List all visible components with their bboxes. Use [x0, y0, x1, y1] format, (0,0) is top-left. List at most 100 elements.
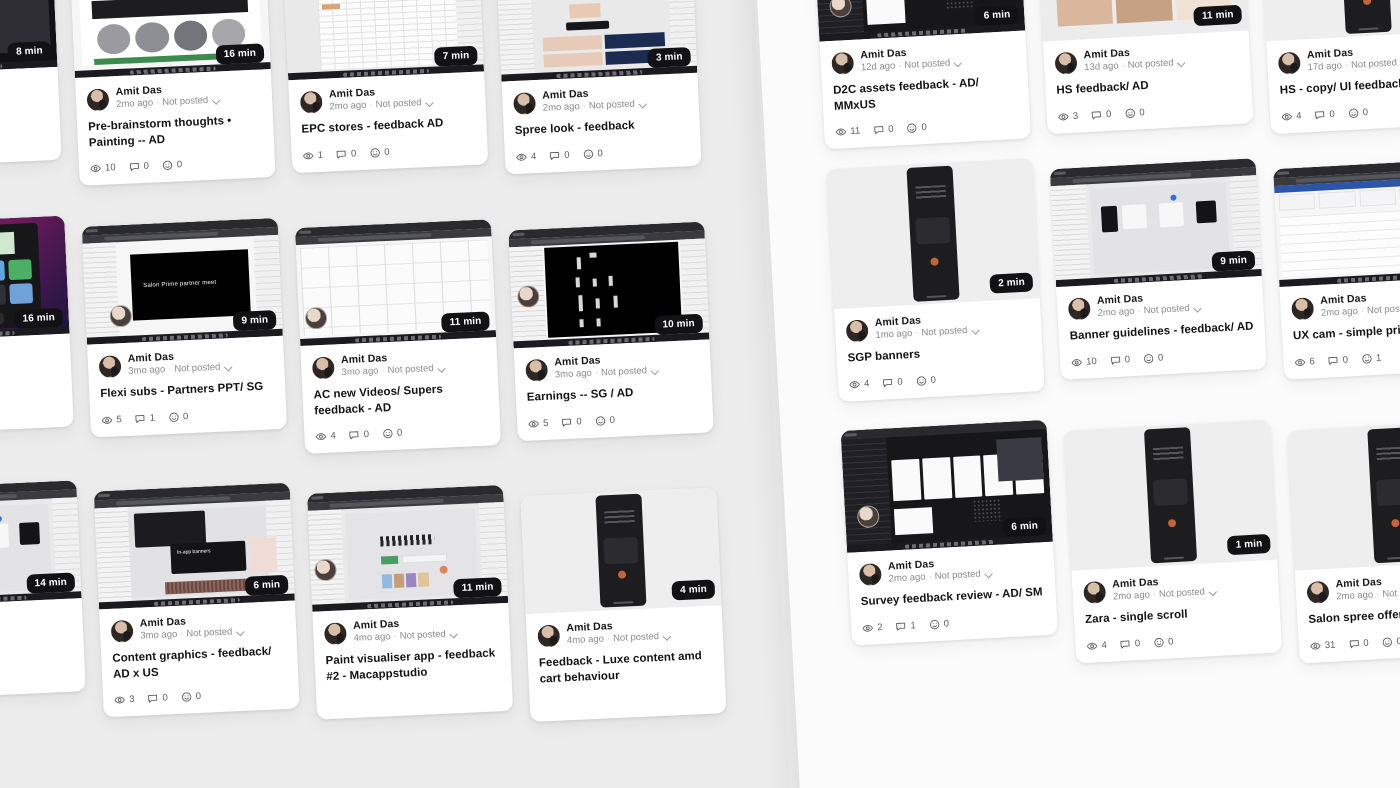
video-thumbnail[interactable]: 9 min — [1049, 158, 1262, 288]
chevron-down-icon[interactable] — [664, 632, 671, 639]
video-card[interactable]: 7 min Amit Das 2mo ago · Not posted EPC … — [282, 0, 489, 173]
avatar[interactable] — [299, 90, 323, 114]
avatar[interactable] — [86, 87, 110, 111]
video-card[interactable]: 6 min Amit Das 12d ago · Not posted D2C … — [813, 0, 1032, 150]
avatar[interactable] — [311, 355, 335, 379]
video-title[interactable]: Spree look - feedback — [514, 116, 689, 139]
video-title[interactable]: Zara - single scroll — [1085, 603, 1270, 628]
video-title[interactable]: EPC stores - feedback AD — [301, 115, 476, 138]
avatar[interactable] — [525, 358, 549, 382]
chevron-down-icon[interactable] — [955, 59, 962, 66]
chevron-down-icon[interactable] — [985, 570, 992, 577]
video-card[interactable]: 16 min Amit Das Not posted ...ntent revi… — [0, 215, 74, 435]
chevron-down-icon[interactable] — [438, 364, 445, 371]
video-card[interactable]: 2 min Amit Das 1mo ago · Not posted SGP … — [826, 158, 1045, 402]
chevron-down-icon[interactable] — [225, 363, 232, 370]
video-card[interactable]: 1 min Amit Das 2mo ago · Not posted Zara… — [1063, 419, 1283, 664]
avatar[interactable] — [858, 562, 882, 586]
video-title[interactable]: Feedback - Luxe content amd cart behavio… — [539, 649, 714, 688]
comments-stat: 0 — [882, 376, 903, 388]
video-thumbnail[interactable]: 16 min — [0, 215, 70, 343]
chevron-down-icon[interactable] — [237, 628, 244, 635]
video-thumbnail[interactable]: In-app banners 6 min — [93, 482, 295, 610]
author-row: Amit Das 3mo ago · Not posted — [98, 346, 273, 379]
video-card[interactable]: 3 min Amit Das 2mo ago · Not posted Spre… — [496, 0, 702, 175]
video-thumbnail[interactable] — [1259, 0, 1400, 42]
video-thumbnail[interactable]: 11 min — [307, 484, 509, 612]
video-card[interactable]: 4 min Amit Das 4mo ago · Not posted Feed… — [520, 487, 727, 722]
video-title[interactable]: HS - copy/ UI feedback — [1279, 74, 1400, 99]
video-title[interactable]: ...Shlok / AD — [0, 642, 73, 665]
video-thumbnail[interactable]: 8 min — [0, 0, 58, 76]
video-title[interactable]: Earnings -- SG / AD — [527, 383, 702, 406]
video-title[interactable]: D2C assets feedback - AD/ MMxUS — [833, 74, 1018, 115]
video-title[interactable]: Banner guidelines - feedback/ AD — [1069, 320, 1254, 345]
chevron-down-icon[interactable] — [1194, 304, 1201, 311]
video-title[interactable]: Pre-brainstorm thoughts • Painting -- AD — [88, 113, 263, 152]
video-card[interactable]: 11 min Amit Das 13d ago · Not posted HS … — [1036, 0, 1254, 134]
video-card[interactable]: 11 Amit Das 2mo ago · Not posted UX cam … — [1273, 158, 1400, 380]
avatar[interactable] — [1054, 51, 1078, 75]
video-card[interactable]: 4 min Amit Das 2mo ago · Not posted Salo… — [1287, 419, 1400, 663]
chevron-down-icon[interactable] — [451, 630, 458, 637]
chevron-down-icon[interactable] — [1178, 59, 1185, 66]
chevron-down-icon[interactable] — [1210, 588, 1217, 595]
author-row: Amit Das ...go · Not posted — [0, 77, 48, 110]
video-thumbnail[interactable]: 14 min — [0, 480, 82, 608]
video-card[interactable]: Amit Das 17d ago · Not posted HS - copy/… — [1259, 0, 1400, 134]
video-thumbnail[interactable]: 10 min — [508, 221, 710, 349]
video-title[interactable]: Paint visualiser app - feedback #2 - Mac… — [325, 646, 500, 685]
video-card[interactable]: 8 min Amit Das ...go · Not posted ...ser… — [0, 0, 62, 169]
avatar[interactable] — [1277, 51, 1301, 75]
avatar[interactable] — [1083, 580, 1107, 604]
avatar[interactable] — [323, 621, 347, 645]
video-card[interactable]: 9 min Amit Das 2mo ago · Not posted Bann… — [1049, 158, 1267, 380]
video-thumbnail[interactable]: 4 min — [1287, 419, 1400, 571]
video-card[interactable]: 11 min Amit Das 4mo ago · Not posted Pai… — [307, 484, 514, 720]
video-title[interactable]: AC new Videos/ Supers feedback - AD — [313, 381, 488, 420]
chevron-down-icon[interactable] — [213, 96, 220, 103]
video-title[interactable]: Survey feedback review - AD/ SM — [860, 585, 1045, 610]
avatar[interactable] — [845, 318, 869, 343]
video-thumbnail[interactable]: 3 min — [496, 0, 698, 82]
video-card[interactable]: 10 min Amit Das 3mo ago · Not posted Ear… — [508, 221, 714, 441]
avatar[interactable] — [110, 619, 134, 643]
video-title[interactable]: Flexi subs - Partners PPT/ SG — [100, 379, 275, 402]
avatar[interactable] — [1291, 296, 1315, 320]
video-title[interactable]: UX cam - simple primer / AD — [1293, 319, 1400, 344]
avatar[interactable] — [1067, 296, 1091, 320]
video-thumbnail[interactable]: Salon Prime partner meet 9 min — [81, 217, 283, 345]
video-thumbnail[interactable]: 2 min — [826, 158, 1040, 310]
video-card[interactable]: 6 min Amit Das 2mo ago · Not posted Surv… — [840, 419, 1058, 646]
chevron-down-icon[interactable] — [640, 100, 647, 107]
video-title[interactable]: ...ser app - ...dio/ AD — [0, 110, 49, 133]
eye-icon — [101, 416, 113, 424]
video-thumbnail[interactable]: 4 min — [520, 487, 722, 615]
video-card[interactable]: 14 min Amit Das Not posted ...Shlok / AD — [0, 480, 86, 700]
video-title[interactable]: Content graphics - feedback/ AD x US — [112, 644, 287, 683]
video-card[interactable]: 11 min Amit Das 3mo ago · Not posted AC … — [294, 219, 502, 454]
chevron-down-icon[interactable] — [426, 99, 433, 106]
video-thumbnail[interactable]: 11 — [1273, 158, 1400, 288]
avatar[interactable] — [831, 51, 855, 75]
video-card[interactable]: In-app banners 6 min Amit Das 3mo ago · … — [93, 482, 300, 718]
emoji-reaction-icon — [583, 149, 593, 159]
chevron-down-icon[interactable] — [972, 326, 979, 333]
video-card[interactable]: 16 min Amit Das 2mo ago · Not posted Pre… — [69, 0, 276, 186]
chevron-down-icon[interactable] — [652, 367, 659, 374]
video-title[interactable]: ...ntent review - AD — [0, 377, 61, 400]
avatar[interactable] — [98, 354, 122, 378]
avatar[interactable] — [537, 624, 561, 648]
video-thumbnail[interactable]: 6 min — [840, 419, 1053, 553]
video-thumbnail[interactable]: 16 min — [69, 0, 271, 78]
video-thumbnail[interactable]: 7 min — [282, 0, 485, 81]
avatar[interactable] — [1306, 580, 1330, 604]
video-card[interactable]: Salon Prime partner meet 9 min Amit Das … — [81, 217, 288, 438]
video-title[interactable]: HS feedback/ AD — [1056, 74, 1241, 99]
video-thumbnail[interactable]: 1 min — [1063, 419, 1278, 571]
avatar[interactable] — [513, 91, 537, 115]
video-title[interactable]: Salon spree offers - feedback — [1308, 603, 1400, 628]
video-title[interactable]: SGP banners — [847, 342, 1032, 367]
post-status: Not posted — [600, 365, 648, 379]
video-thumbnail[interactable]: 11 min — [294, 219, 497, 346]
